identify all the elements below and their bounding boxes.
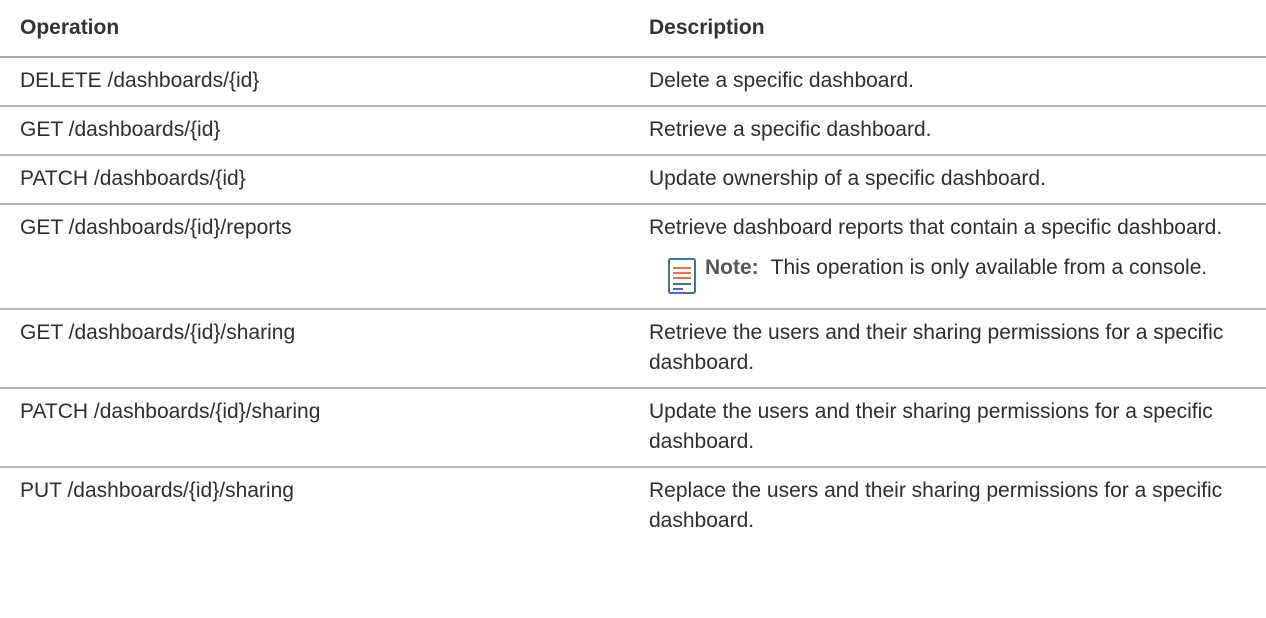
table-row: PATCH /dashboards/{id} Update ownership … [0, 155, 1266, 205]
table-row: GET /dashboards/{id}/sharing Retrieve th… [0, 309, 1266, 389]
note-callout: Note: This operation is only available f… [667, 253, 1254, 297]
column-header-operation: Operation [0, 0, 641, 58]
description-cell: Delete a specific dashboard. [641, 57, 1266, 107]
operation-cell: GET /dashboards/{id} [0, 106, 641, 156]
description-cell: Retrieve dashboard reports that contain … [641, 204, 1266, 310]
operation-cell: GET /dashboards/{id}/sharing [0, 309, 641, 389]
operation-cell: PATCH /dashboards/{id}/sharing [0, 388, 641, 468]
operation-cell: GET /dashboards/{id}/reports [0, 204, 641, 310]
table-row: GET /dashboards/{id}/reports Retrieve da… [0, 204, 1266, 310]
note-icon [667, 257, 699, 297]
operation-cell: PATCH /dashboards/{id} [0, 155, 641, 205]
operation-cell: DELETE /dashboards/{id} [0, 57, 641, 107]
table-row: DELETE /dashboards/{id} Delete a specifi… [0, 57, 1266, 107]
table-row: PUT /dashboards/{id}/sharing Replace the… [0, 467, 1266, 545]
description-cell: Update the users and their sharing permi… [641, 388, 1266, 468]
table-row: PATCH /dashboards/{id}/sharing Update th… [0, 388, 1266, 468]
description-cell: Update ownership of a specific dashboard… [641, 155, 1266, 205]
description-text: Retrieve dashboard reports that contain … [649, 216, 1223, 239]
note-text: This operation is only available from a … [770, 256, 1208, 279]
column-header-description: Description [641, 0, 1266, 58]
description-cell: Retrieve the users and their sharing per… [641, 309, 1266, 389]
operations-table: Operation Description DELETE /dashboards… [0, 0, 1266, 545]
table-header-row: Operation Description [0, 0, 1266, 58]
note-label: Note: [705, 256, 759, 279]
table-row: GET /dashboards/{id} Retrieve a specific… [0, 106, 1266, 156]
operation-cell: PUT /dashboards/{id}/sharing [20, 479, 294, 502]
description-cell: Retrieve a specific dashboard. [641, 106, 1266, 156]
description-cell: Replace the users and their sharing perm… [649, 479, 1223, 532]
